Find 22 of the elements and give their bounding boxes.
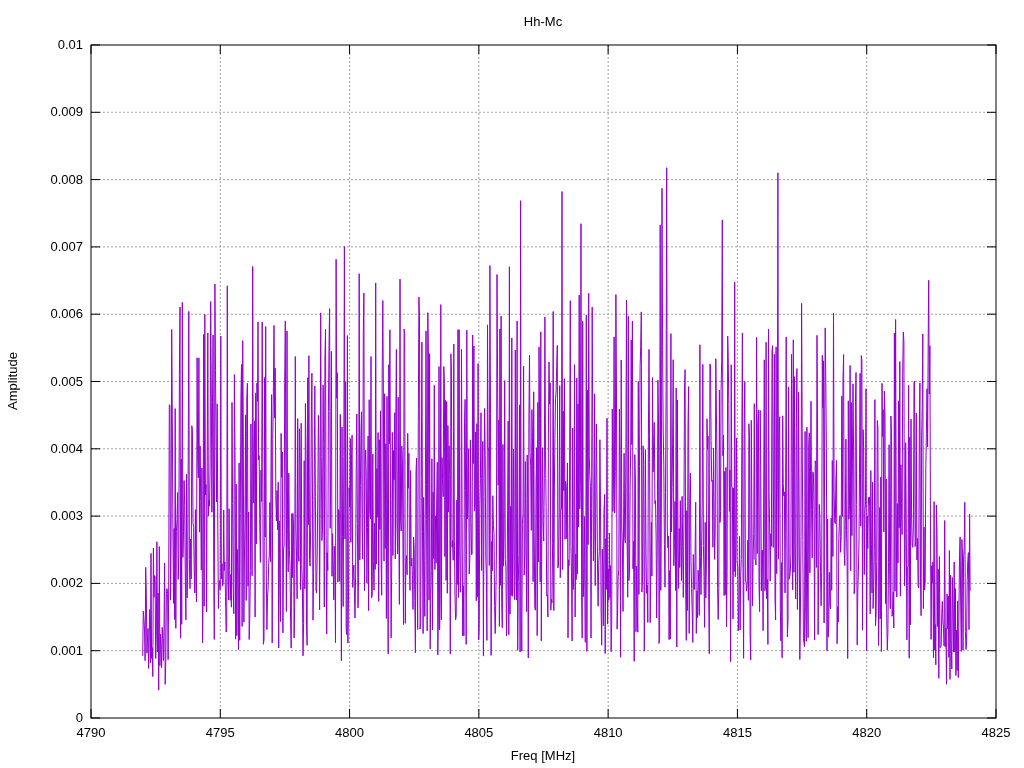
tick-label: 0 [75,710,83,725]
tick-label: 4795 [205,725,235,740]
tick-label: 4820 [852,725,882,740]
chart-title: Hh-Mc [523,14,563,29]
tick-label: 4790 [76,725,106,740]
tick-label: 4810 [593,725,623,740]
tick-label: 0.002 [50,575,83,591]
y-axis-label: Amplitude [5,352,20,410]
tick-label: 0.003 [50,508,83,524]
tick-label: 0.009 [50,104,83,120]
tick-label: 0.007 [50,238,83,254]
tick-label: 4815 [722,725,752,740]
tick-label: 0.001 [50,642,83,658]
tick-label: 0.006 [50,306,83,322]
tick-label: 4800 [335,725,365,740]
tick-label: 0.008 [50,171,83,187]
x-axis-label: Freq [MHz] [510,748,576,763]
tick-label: 4825 [981,725,1011,740]
tick-label: 0.01 [57,37,83,52]
tick-label: 0.005 [50,373,83,389]
tick-label: 4805 [464,725,494,740]
tick-label: 0.004 [50,440,83,456]
